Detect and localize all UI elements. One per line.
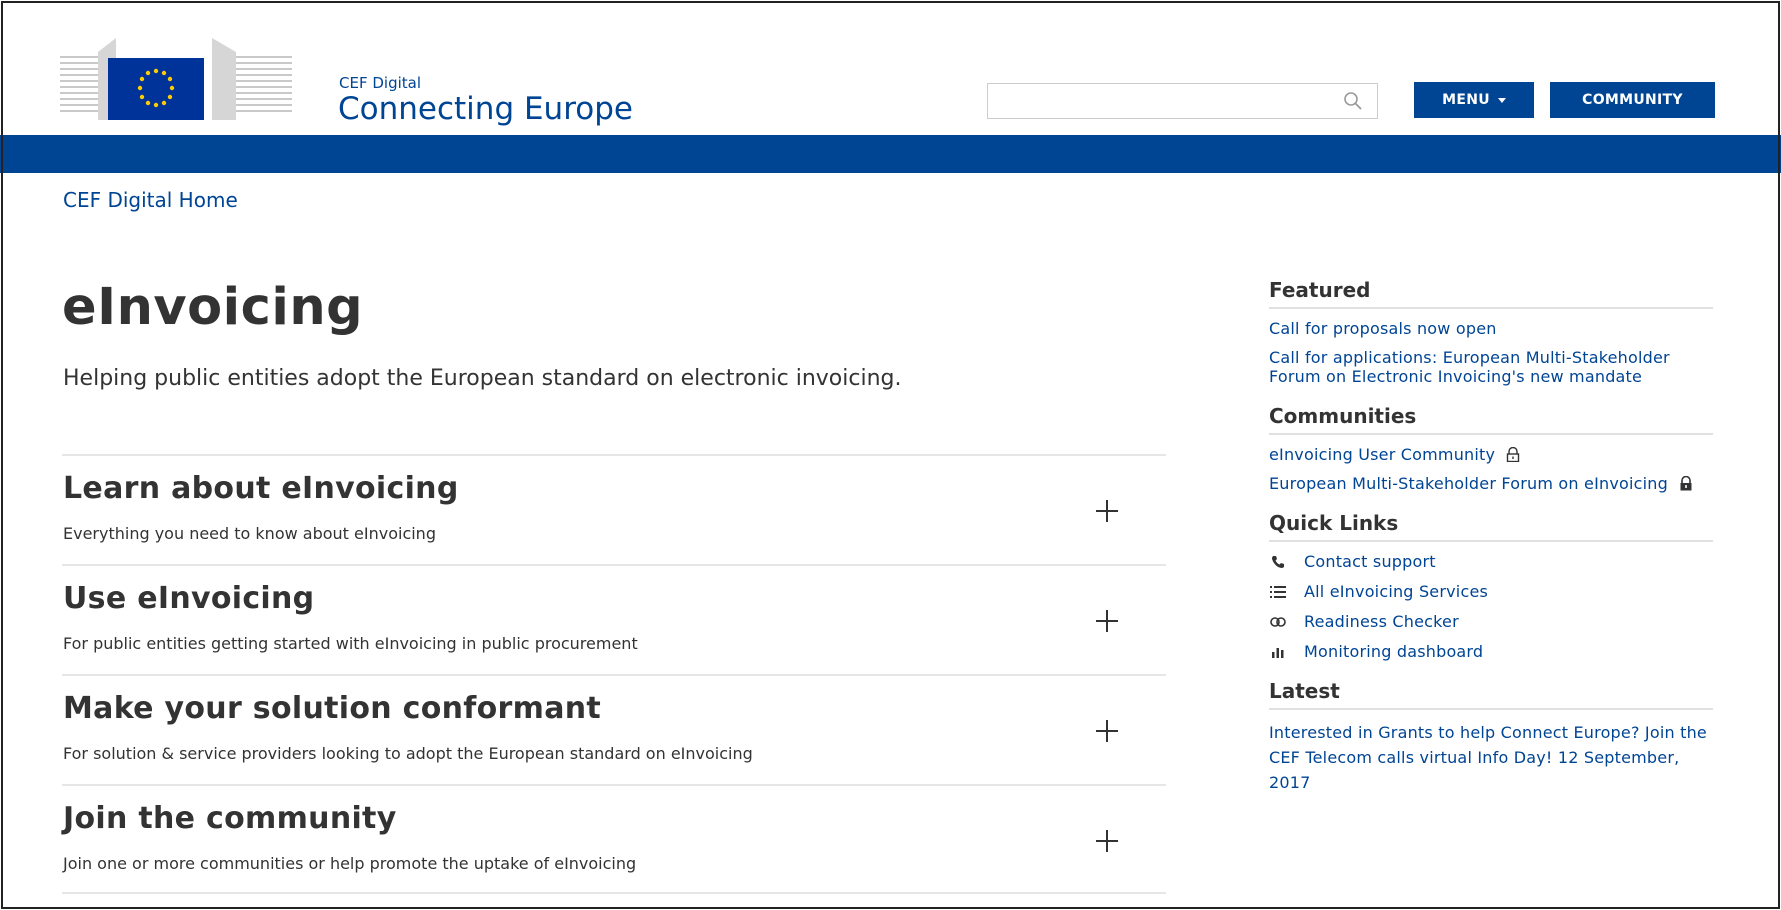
lock-open-icon xyxy=(1507,447,1520,462)
ec-logo[interactable] xyxy=(60,38,310,120)
accordion-description: For public entities getting started with… xyxy=(63,634,638,653)
accordion-item-learn[interactable]: Learn about eInvoicing Everything you ne… xyxy=(62,454,1166,564)
search-box xyxy=(987,83,1378,119)
building-right-icon xyxy=(212,38,292,120)
quick-links-heading: Quick Links xyxy=(1269,511,1713,542)
accordion-title: Learn about eInvoicing xyxy=(63,471,459,506)
quick-links-section: Quick Links Contact support All eInvoici… xyxy=(1269,511,1713,661)
quick-link-readiness-checker[interactable]: Readiness Checker xyxy=(1304,612,1459,631)
site-header: CEF Digital Connecting Europe MENU COMMU… xyxy=(0,0,1781,135)
quick-link-all-services[interactable]: All eInvoicing Services xyxy=(1304,582,1488,601)
list-icon xyxy=(1269,583,1287,601)
community-button-label: COMMUNITY xyxy=(1582,92,1683,108)
accordion-title: Make your solution conformant xyxy=(63,691,602,726)
accordion-description: Join one or more communities or help pro… xyxy=(63,854,637,873)
breadcrumb-home-link[interactable]: CEF Digital Home xyxy=(63,188,238,212)
quick-link-monitoring-dashboard[interactable]: Monitoring dashboard xyxy=(1304,642,1483,661)
featured-heading: Featured xyxy=(1269,278,1713,309)
quick-link-row: Contact support xyxy=(1269,552,1713,571)
menu-button-label: MENU xyxy=(1442,92,1490,108)
accordion-item-conformant[interactable]: Make your solution conformant For soluti… xyxy=(62,674,1166,784)
site-title[interactable]: Connecting Europe xyxy=(338,91,633,127)
accordion-description: For solution & service providers looking… xyxy=(63,744,753,763)
community-link-user[interactable]: eInvoicing User Community xyxy=(1269,445,1713,464)
plus-icon[interactable] xyxy=(1096,610,1118,632)
quick-link-row: Monitoring dashboard xyxy=(1269,642,1713,661)
sidebar: Featured Call for proposals now open Cal… xyxy=(1269,278,1713,813)
plus-icon[interactable] xyxy=(1096,500,1118,522)
accordion-item-community[interactable]: Join the community Join one or more comm… xyxy=(62,784,1166,894)
communities-heading: Communities xyxy=(1269,404,1713,435)
quick-link-row: All eInvoicing Services xyxy=(1269,582,1713,601)
header-bar xyxy=(0,135,1781,173)
accordion-item-use[interactable]: Use eInvoicing For public entities getti… xyxy=(62,564,1166,674)
plus-icon[interactable] xyxy=(1096,830,1118,852)
page-title: eInvoicing xyxy=(62,278,364,337)
search-input[interactable] xyxy=(988,84,1328,118)
quick-link-row: Readiness Checker xyxy=(1269,612,1713,631)
featured-section: Featured Call for proposals now open Cal… xyxy=(1269,278,1713,386)
community-link-forum[interactable]: European Multi-Stakeholder Forum on eInv… xyxy=(1269,474,1713,493)
link-icon xyxy=(1269,613,1287,631)
lock-icon xyxy=(1680,476,1692,491)
community-link-label: eInvoicing User Community xyxy=(1269,445,1496,464)
featured-link[interactable]: Call for proposals now open xyxy=(1269,319,1713,338)
search-icon[interactable] xyxy=(1343,91,1363,111)
plus-icon[interactable] xyxy=(1096,720,1118,742)
quick-link-contact-support[interactable]: Contact support xyxy=(1304,552,1436,571)
community-link-label: European Multi-Stakeholder Forum on eInv… xyxy=(1269,474,1668,493)
latest-link[interactable]: Interested in Grants to help Connect Eur… xyxy=(1269,720,1713,795)
featured-link[interactable]: Call for applications: European Multi-St… xyxy=(1269,348,1713,386)
eu-flag-icon xyxy=(108,58,204,120)
communities-section: Communities eInvoicing User Community Eu… xyxy=(1269,404,1713,493)
latest-section: Latest Interested in Grants to help Conn… xyxy=(1269,679,1713,795)
page-lead: Helping public entities adopt the Europe… xyxy=(63,366,902,391)
site-subtitle: CEF Digital xyxy=(339,74,421,92)
bar-chart-icon xyxy=(1269,643,1287,661)
building-left-icon xyxy=(60,38,116,120)
community-button[interactable]: COMMUNITY xyxy=(1550,82,1715,118)
accordion-title: Use eInvoicing xyxy=(63,581,315,616)
phone-icon xyxy=(1269,553,1287,571)
menu-button[interactable]: MENU xyxy=(1414,82,1534,118)
accordion-title: Join the community xyxy=(63,801,397,836)
accordion-description: Everything you need to know about eInvoi… xyxy=(63,524,436,543)
accordion: Learn about eInvoicing Everything you ne… xyxy=(62,454,1166,894)
caret-down-icon xyxy=(1497,97,1506,103)
latest-heading: Latest xyxy=(1269,679,1713,710)
